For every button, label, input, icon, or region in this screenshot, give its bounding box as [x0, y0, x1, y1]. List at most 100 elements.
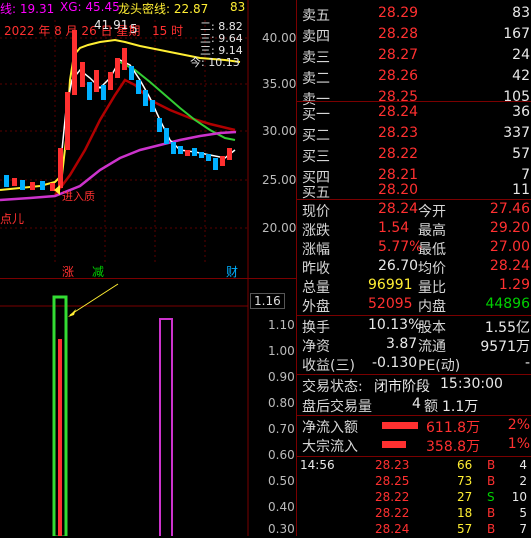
quote-row: 总量 96991 量比 1.29	[300, 277, 531, 298]
price-tick: 20.00	[262, 221, 297, 235]
flow-value: 611.8万	[426, 420, 481, 436]
quote-row: 昨收 26.70 均价 28.24	[300, 258, 531, 279]
quote-value: 28.24	[489, 258, 530, 274]
quote-label: 涨幅	[302, 242, 330, 258]
tick-volume: 66	[457, 458, 473, 472]
sell-volume: 42	[512, 68, 530, 84]
tick-count: 10	[511, 490, 527, 504]
buy-price: 28.22	[378, 146, 419, 162]
sell-price: 28.29	[378, 5, 419, 21]
sell-label: 卖五	[302, 8, 330, 24]
sell-volume: 24	[512, 47, 530, 63]
trade-status-time: 15:30:00	[440, 376, 503, 392]
stat-label: 换手	[302, 320, 330, 336]
indicator-tick: 1.10	[268, 318, 295, 332]
tick-volume: 73	[457, 474, 473, 488]
tick-count: 5	[519, 506, 527, 520]
after-hours-amount: 1.1万	[442, 399, 479, 415]
flow-label: 净流入额	[302, 420, 358, 436]
indicator-drawing	[0, 279, 249, 536]
sell-row-2[interactable]: 卖二 28.26 42	[300, 68, 531, 89]
flow-row: 净流入额 611.8万 2%	[300, 417, 531, 438]
after-hours-amount-label: 额	[424, 399, 438, 415]
tick-time: 14:56	[300, 458, 335, 472]
stat-row: 收益(三) -0.130 PE(动) -	[300, 355, 531, 376]
buy-price: 28.24	[378, 104, 419, 120]
stat-label: PE(动)	[418, 358, 461, 374]
price-tick: 35.00	[262, 77, 297, 91]
date-right: 15 时	[152, 24, 184, 38]
quote-label: 昨收	[302, 261, 330, 277]
quote-row: 外盘 52095 内盘 44896	[300, 296, 531, 317]
quote-row: 涨跌 1.54 最高 29.20	[300, 220, 531, 241]
price-tick: 40.00	[262, 31, 297, 45]
quote-value: 5.77%	[378, 239, 423, 255]
kline-drawing	[0, 0, 249, 278]
buy-price: 28.23	[378, 125, 419, 141]
indicator-chart[interactable]: 1.16 1.10 1.00 0.90 0.80 0.70 0.60 0.50 …	[0, 279, 296, 536]
tick-volume: 27	[457, 490, 473, 504]
tick-side: S	[487, 490, 495, 504]
tick-row: 14:56 28.23 66 B 4	[297, 458, 531, 474]
tick-side: B	[487, 474, 496, 488]
price-tag: 41.91	[94, 18, 129, 32]
flow-row: 大宗流入 358.8万 1%	[300, 436, 531, 457]
quote-value: 44896	[485, 296, 530, 312]
indicator-tick: 0.70	[268, 422, 295, 436]
buy-price: 28.20	[378, 182, 419, 198]
tick-price: 28.23	[375, 458, 410, 472]
tick-count: 7	[519, 522, 527, 536]
tick-list[interactable]: 14:56 28.23 66 B 4 28.25 73 B 2 28.22 27…	[297, 458, 531, 536]
trade-status-label: 交易状态:	[302, 379, 363, 395]
sell-row-4[interactable]: 卖四 28.28 167	[300, 26, 531, 47]
quote-label: 涨跌	[302, 223, 330, 239]
sell-label: 卖四	[302, 29, 330, 45]
quote-label: 最低	[418, 242, 446, 258]
buy-signal-label: 进入质	[62, 190, 95, 203]
tick-side: B	[487, 506, 496, 520]
indicator-current: 1.16	[250, 293, 285, 309]
sell-row-3[interactable]: 卖三 28.27 24	[300, 47, 531, 68]
sell-label: 卖三	[302, 50, 330, 66]
top-right-value: 83	[230, 0, 246, 14]
quote-label: 最高	[418, 223, 446, 239]
flow-value: 358.8万	[426, 439, 481, 455]
quote-value: 27.00	[489, 239, 530, 255]
quote-row: 现价 28.24 今开 27.46	[300, 201, 531, 222]
quote-value: 28.24	[378, 201, 419, 217]
stat-value: -0.130	[372, 355, 418, 371]
indicator-tick: 1.00	[268, 344, 295, 358]
tick-side: B	[487, 458, 496, 472]
buy-label: 买一	[302, 107, 330, 123]
quote-value: 52095	[368, 296, 413, 312]
tick-count: 2	[519, 474, 527, 488]
date-mid: 5	[130, 22, 138, 36]
buy-row-1[interactable]: 买一 28.24 36	[300, 104, 531, 125]
sell-price: 28.28	[378, 26, 419, 42]
buy-volume: 337	[503, 125, 530, 141]
tick-volume: 18	[457, 506, 473, 520]
flow-divider	[297, 456, 531, 457]
flow-percent: 2%	[507, 417, 530, 433]
flow-bar	[382, 441, 406, 448]
tick-price: 28.25	[375, 474, 410, 488]
tick-side: B	[487, 522, 496, 536]
indicator-line-label: 线: 19.31	[0, 2, 55, 16]
flow-bar	[382, 422, 418, 429]
buy-label: 买二	[302, 128, 330, 144]
quote-label: 内盘	[418, 299, 446, 315]
stat-label: 收益(三)	[302, 358, 355, 374]
tick-price: 28.22	[375, 490, 410, 504]
tick-row: 28.25 73 B 2	[297, 474, 531, 490]
buy-row-3[interactable]: 买三 28.22 57	[300, 146, 531, 167]
after-hours-label: 盘后交易量	[302, 399, 372, 415]
sell-label: 卖二	[302, 71, 330, 87]
buy-volume: 11	[512, 182, 530, 198]
buy-volume: 57	[512, 146, 530, 162]
sell-row-5[interactable]: 卖五 28.29 83	[300, 5, 531, 26]
indicator-tick: 0.80	[268, 396, 295, 410]
buy-row-2[interactable]: 买二 28.23 337	[300, 125, 531, 146]
kline-chart[interactable]: 线: 19.31 XG: 45.45 龙头密线: 22.87 83 2022 年…	[0, 0, 297, 279]
stat-value: -	[524, 355, 530, 371]
quote-value: 1.29	[498, 277, 530, 293]
